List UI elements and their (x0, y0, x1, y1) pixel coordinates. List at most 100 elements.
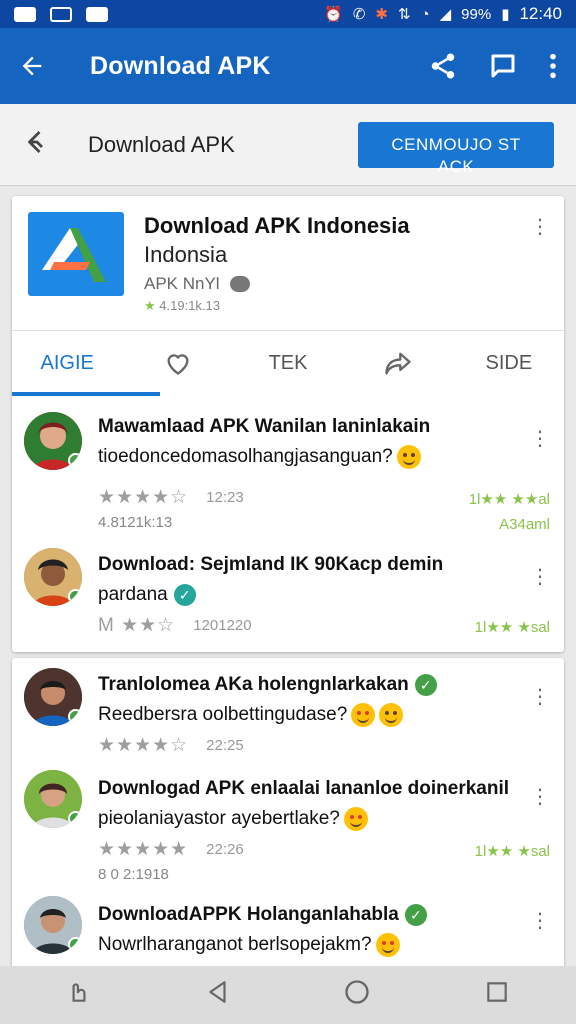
verified-icon (229, 276, 250, 292)
comment-more-button[interactable]: ⋮ (530, 911, 550, 931)
sub-header: Download APK CENMOUJO ST ACK (0, 104, 576, 186)
avatar[interactable] (24, 896, 82, 954)
comment-prefix: M (98, 615, 115, 636)
comment-body: Reedbersra oolbettingudase? (98, 704, 348, 725)
status-bar: ⏰ ✆ ✱ ⇅ ◔ ◢ 99% ▮ 12:40 (0, 0, 576, 28)
rating-text: 4.19:1k.13 (159, 298, 220, 313)
comment-text: Downlogad APK enlaalai lananloe doinerka… (98, 774, 518, 834)
comment-item[interactable]: Tranlolomea AKa holengnlarkakan ✓ Reedber… (12, 658, 564, 762)
heart-eyes-emoji-icon (351, 702, 376, 727)
tab-indicator (12, 392, 160, 396)
download-stack-button[interactable]: CENMOUJO ST ACK (358, 121, 554, 176)
comment-more-button[interactable]: ⋮ (530, 567, 550, 587)
comment-text: Download: Sejmland IK 90Kacp demin parda… (98, 550, 518, 610)
online-badge (68, 453, 82, 468)
tab-aigie[interactable]: AIGIE (12, 331, 122, 395)
star-icon: ★ (144, 298, 156, 313)
star-rating-icon: ★★★★☆ (98, 735, 189, 756)
tab-side[interactable]: SIDE (454, 331, 564, 395)
comment-item[interactable]: Download: Sejmland IK 90Kacp demin parda… (12, 538, 564, 648)
comment-item[interactable]: Downlogad APK enlaalai lananloe doinerka… (12, 762, 564, 888)
nav-home-button[interactable] (343, 978, 371, 1013)
square-recent-icon (487, 981, 507, 1002)
heart-icon (167, 353, 189, 375)
comment-text: DownloadAPPK Holanganlahabla ✓ Nowrlharan… (98, 900, 518, 960)
nav-back-button[interactable] (205, 979, 231, 1012)
comment-more-button[interactable]: ⋮ (530, 429, 550, 449)
tab-bar: AIGIE TEK SIDE (12, 330, 564, 396)
clock: 12:40 (519, 4, 562, 23)
comment-text: Tranlolomea AKa holengnlarkakan ✓ Reedber… (98, 670, 518, 730)
avatar[interactable] (24, 668, 82, 726)
tab-favorite[interactable] (122, 331, 232, 395)
assist-button[interactable] (66, 979, 92, 1012)
app-rating: ★ 4.19:1k.13 (144, 298, 220, 314)
status-notifications (14, 6, 108, 22)
app-bar-title: Download APK (90, 51, 271, 80)
status-system: ⏰ ✆ ✱ ⇅ ◔ ◢ 99% ▮ 12:40 (324, 4, 562, 24)
app-more-button[interactable]: ⋮ (530, 217, 550, 237)
app-card: Download APK Indonesia Indonsia APK NnYl… (12, 196, 564, 652)
chat-icon (491, 54, 515, 78)
share-button[interactable] (428, 51, 458, 81)
app-header: Download APK Indonesia Indonsia APK NnYl… (12, 196, 564, 396)
comment-meta: ★★★★☆ 12:23 (98, 486, 244, 509)
comment-item[interactable]: Mawamlaad APK Wanilan laninlakain tioedo… (12, 400, 564, 540)
triangle-back-icon (209, 980, 226, 1003)
online-badge (68, 811, 82, 826)
sub-back-button[interactable] (22, 127, 62, 162)
smile-emoji-icon (396, 444, 421, 469)
comment-stat: 1l★★ ★sal (474, 843, 550, 860)
signal-icon: ◢ (439, 6, 452, 23)
comment-time: 12:23 (206, 489, 244, 506)
back-button[interactable] (18, 52, 72, 80)
chevron-back-icon (28, 131, 43, 153)
avatar[interactable] (24, 770, 82, 828)
comment-stat: 1l★★ ★★al (468, 491, 550, 508)
message-icon (86, 6, 108, 22)
comment-more-button[interactable]: ⋮ (530, 687, 550, 707)
battery-percent: 99% (461, 5, 492, 23)
comment-meta: ★★★★☆ 22:25 (98, 734, 244, 757)
comment-sub: 8 0 2:1918 (98, 866, 169, 883)
star-rating-icon: M ★★☆ (98, 615, 176, 636)
comment-title: Download: Sejmland IK 90Kacp demin (98, 554, 444, 575)
more-vert-icon (550, 53, 556, 79)
star-rating-icon: ★★★★★ (98, 839, 189, 860)
heart-eyes-emoji-icon (343, 806, 368, 831)
comment-meta: M ★★☆ 1201220 (98, 614, 252, 637)
nfc-icon: ✆ (352, 6, 366, 23)
comment-title: Downlogad APK enlaalai lananloe doinerka… (98, 778, 510, 799)
comment-time: 22:25 (206, 737, 244, 754)
comment-item[interactable]: DownloadAPPK Holanganlahabla ✓ Nowrlharan… (12, 888, 564, 968)
avatar[interactable] (24, 412, 82, 470)
system-nav-bar (0, 966, 576, 1024)
star-rating-icon: ★★★★☆ (98, 487, 189, 508)
comment-meta: ★★★★★ 22:26 (98, 838, 244, 861)
app-logo[interactable] (28, 212, 124, 296)
comment-sub: 4.8121k:13 (98, 514, 173, 531)
chat-button[interactable] (488, 51, 518, 81)
online-badge (68, 937, 82, 952)
nav-recent-button[interactable] (484, 979, 510, 1012)
vibrate-icon: ⇅ (397, 6, 411, 23)
forward-icon (385, 352, 412, 375)
wifi-icon: ◔ (420, 5, 430, 23)
comment-body: tioedoncedomasolhangjasanguan? (98, 446, 393, 467)
online-badge (68, 589, 82, 604)
check-icon: ✓ (173, 583, 196, 606)
comments-card: Tranlolomea AKa holengnlarkakan ✓ Reedber… (12, 658, 564, 968)
sub-header-title: Download APK (88, 131, 235, 157)
notification-icon (14, 6, 36, 22)
comment-body: Nowrlharanganot berlsopejakm? (98, 934, 372, 955)
tab-tek[interactable]: TEK (233, 331, 343, 395)
comment-more-button[interactable]: ⋮ (530, 787, 550, 807)
circle-home-icon (345, 979, 369, 1004)
app-publisher[interactable]: APK NnYl (144, 274, 250, 294)
smile-emoji-icon (379, 702, 404, 727)
tab-share[interactable] (343, 331, 453, 395)
avatar[interactable] (24, 548, 82, 606)
overflow-menu-button[interactable] (548, 52, 558, 80)
comment-text: Mawamlaad APK Wanilan laninlakain tioedo… (98, 412, 518, 472)
screenshot-icon (50, 6, 72, 22)
